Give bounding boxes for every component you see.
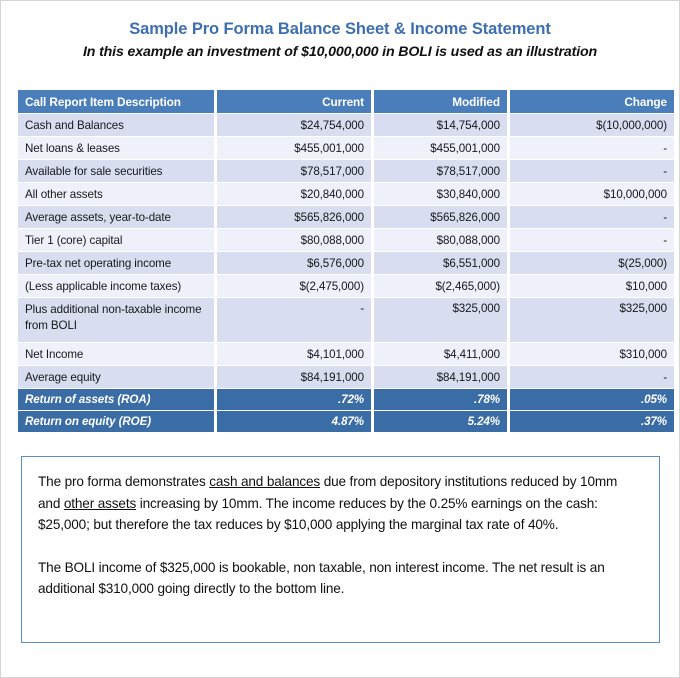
cell-description: Tier 1 (core) capital [18, 229, 214, 251]
explanatory-note-box: The pro forma demonstrates cash and bala… [21, 456, 660, 643]
cell-modified: $14,754,000 [374, 114, 507, 136]
table-row: Tier 1 (core) capital $80,088,000 $80,088,… [18, 229, 674, 251]
document-page: Sample Pro Forma Balance Sheet & Income … [0, 0, 680, 678]
cell-change: $10,000,000 [510, 183, 674, 205]
table-row: Return on equity (ROE) 4.87% 5.24% .37% [18, 411, 674, 432]
cell-description: Average equity [18, 366, 214, 388]
note-p1-part1: The pro forma demonstrates [38, 474, 210, 489]
table-row: Average assets, year-to-date $565,826,000… [18, 206, 674, 228]
cell-modified: $(2,465,000) [374, 275, 507, 297]
cell-current: $455,001,000 [217, 137, 371, 159]
cell-change: - [510, 229, 674, 251]
cell-current: $(2,475,000) [217, 275, 371, 297]
cell-modified: $30,840,000 [374, 183, 507, 205]
note-p1-underline-other-assets: other assets [63, 495, 137, 511]
column-header-current: Current [217, 90, 371, 113]
table-row: Net Income $4,101,000 $4,411,000 $310,000 [18, 343, 674, 365]
table-row: All other assets $20,840,000 $30,840,000 $1… [18, 183, 674, 205]
cell-current: .72% [217, 389, 371, 410]
table-row: Average equity $84,191,000 $84,191,000- [18, 366, 674, 388]
cell-modified: $4,411,000 [374, 343, 507, 365]
cell-current: $4,101,000 [217, 343, 371, 365]
table-row: Available for sale securities $78,517,000… [18, 160, 674, 182]
cell-description: Return on equity (ROE) [18, 411, 214, 432]
cell-change: - [510, 137, 674, 159]
cell-description: Pre-tax net operating income [18, 252, 214, 274]
cell-current: $80,088,000 [217, 229, 371, 251]
cell-description: Cash and Balances [18, 114, 214, 136]
cell-description: All other assets [18, 183, 214, 205]
cell-description: (Less applicable income taxes) [18, 275, 214, 297]
column-header-description: Call Report Item Description [18, 90, 214, 113]
cell-change: - [510, 160, 674, 182]
cell-modified: 5.24% [374, 411, 507, 432]
page-title: Sample Pro Forma Balance Sheet & Income … [129, 20, 551, 38]
table-row: (Less applicable income taxes) $(2,475,00… [18, 275, 674, 297]
pro-forma-table: Call Report Item Description Current Mod… [15, 89, 677, 433]
cell-modified: $84,191,000 [374, 366, 507, 388]
cell-change: $310,000 [510, 343, 674, 365]
cell-current: $84,191,000 [217, 366, 371, 388]
cell-modified: $78,517,000 [374, 160, 507, 182]
column-header-modified: Modified [374, 90, 507, 113]
cell-modified: $325,000 [374, 298, 507, 342]
cell-change: .37% [510, 411, 674, 432]
table-row: Net loans & leases $455,001,000 $455,001,0… [18, 137, 674, 159]
table-body: Cash and Balances $24,754,000 $14,754,000 $… [18, 114, 674, 432]
note-paragraph-2: The BOLI income of $325,000 is bookable,… [38, 559, 605, 597]
table-header-row: Call Report Item Description Current Mod… [18, 90, 674, 113]
cell-change: $(25,000) [510, 252, 674, 274]
cell-change: - [510, 206, 674, 228]
cell-modified: .78% [374, 389, 507, 410]
cell-description: Plus additional non-taxable income from … [18, 298, 214, 342]
table-row: Return of assets (ROA) .72% .78% .05% [18, 389, 674, 410]
cell-modified: $80,088,000 [374, 229, 507, 251]
cell-current: $24,754,000 [217, 114, 371, 136]
cell-description: Average assets, year-to-date [18, 206, 214, 228]
cell-current: $565,826,000 [217, 206, 371, 228]
cell-change: - [510, 366, 674, 388]
cell-description: Net Income [18, 343, 214, 365]
table-header: Call Report Item Description Current Mod… [18, 90, 674, 113]
cell-modified: $6,551,000 [374, 252, 507, 274]
note-p1-underline-cash-and-balances: cash and balances [209, 474, 321, 489]
cell-change: $10,000 [510, 275, 674, 297]
cell-description: Available for sale securities [18, 160, 214, 182]
table-row: Plus additional non-taxable income from … [18, 298, 674, 342]
column-header-change: Change [510, 90, 674, 113]
pro-forma-table-wrapper: Call Report Item Description Current Mod… [15, 89, 674, 433]
cell-change: $(10,000,000) [510, 114, 674, 136]
cell-current: - [217, 298, 371, 342]
cell-modified: $565,826,000 [374, 206, 507, 228]
note-paragraph-1: The pro forma demonstrates cash and bala… [38, 471, 643, 536]
cell-modified: $455,001,000 [374, 137, 507, 159]
cell-current: 4.87% [217, 411, 371, 432]
cell-description: Return of assets (ROA) [18, 389, 214, 410]
cell-change: $325,000 [510, 298, 674, 342]
table-row: Pre-tax net operating income $6,576,000 $6… [18, 252, 674, 274]
cell-change: .05% [510, 389, 674, 410]
cell-current: $78,517,000 [217, 160, 371, 182]
cell-current: $20,840,000 [217, 183, 371, 205]
page-subtitle: In this example an investment of $10,000… [82, 44, 598, 60]
cell-description: Net loans & leases [18, 137, 214, 159]
table-row: Cash and Balances $24,754,000 $14,754,000 $… [18, 114, 674, 136]
cell-current: $6,576,000 [217, 252, 371, 274]
